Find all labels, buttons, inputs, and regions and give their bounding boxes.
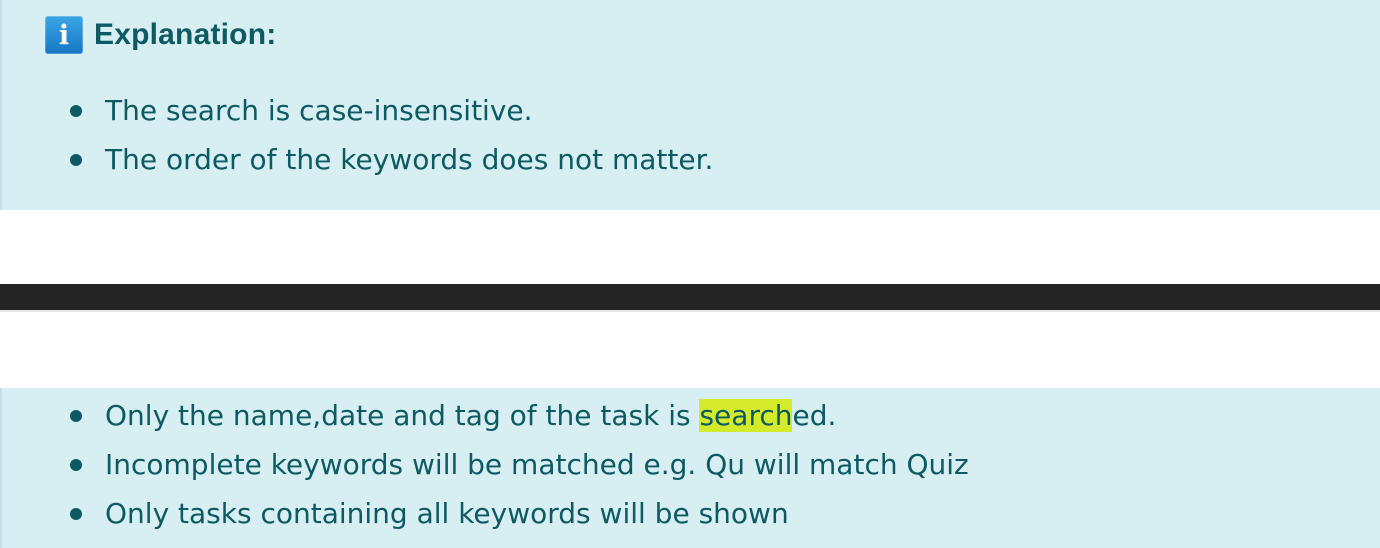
explanation-header: i Explanation:	[45, 16, 276, 54]
list-item-text: Incomplete keywords will be matched e.g.…	[105, 448, 969, 481]
list-item-text: The search is case-insensitive.	[105, 94, 533, 127]
notes-box: Only the name,date and tag of the task i…	[0, 388, 1380, 548]
explanation-title: Explanation:	[94, 18, 277, 51]
bullet-icon	[70, 508, 82, 520]
explanation-box: i Explanation: The search is case-insens…	[0, 0, 1380, 210]
list-item-text-after: ed.	[792, 399, 837, 432]
notes-list: Only the name,date and tag of the task i…	[2, 391, 969, 538]
bullet-icon	[70, 105, 82, 117]
list-item-text-before: Only the name,date and tag of the task i…	[105, 399, 700, 432]
bullet-icon	[70, 410, 82, 422]
bullet-icon	[70, 154, 82, 166]
list-item-text: The order of the keywords does not matte…	[105, 143, 714, 176]
list-item-text: Only tasks containing all keywords will …	[105, 497, 789, 530]
list-item: The order of the keywords does not matte…	[2, 135, 713, 184]
info-icon: i	[45, 16, 83, 54]
divider-bar	[0, 284, 1380, 312]
list-item: Only tasks containing all keywords will …	[2, 489, 969, 538]
highlighted-match: search	[699, 399, 793, 432]
list-item: The search is case-insensitive.	[2, 86, 713, 135]
explanation-list: The search is case-insensitive. The orde…	[2, 86, 713, 184]
list-item: Only the name,date and tag of the task i…	[2, 391, 969, 440]
list-item: Incomplete keywords will be matched e.g.…	[2, 440, 969, 489]
bullet-icon	[70, 459, 82, 471]
page: i Explanation: The search is case-insens…	[0, 0, 1380, 548]
